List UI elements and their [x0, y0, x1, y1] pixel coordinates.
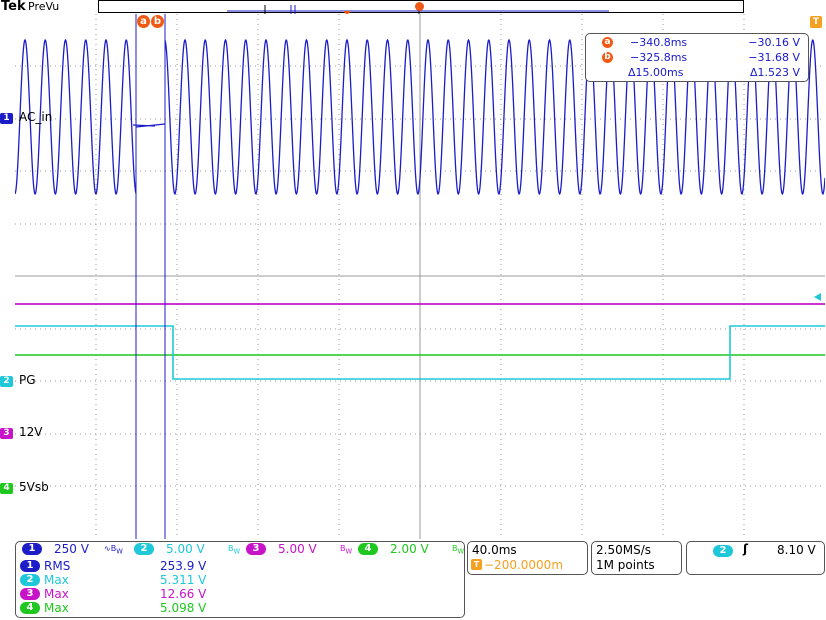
trigger-level: 8.10 V: [777, 543, 816, 557]
horizontal-position: −200.0000m: [484, 558, 564, 572]
horizontal-panel[interactable]: 40.0ms T −200.0000m: [467, 541, 588, 575]
meas-ch3-badge: 3: [20, 588, 40, 600]
meas-ch2-badge: 2: [20, 574, 40, 586]
measurement-row[interactable]: 4 Max 5.098 V: [20, 601, 460, 615]
cursor-a-marker[interactable]: a: [137, 15, 150, 28]
trigger-offset-icon: T: [471, 559, 482, 570]
trigger-level-arrow-icon: [814, 293, 821, 301]
trigger-position-marker[interactable]: [415, 2, 424, 11]
ch2-ground-marker[interactable]: 2: [0, 376, 13, 387]
ch3-bandwidth-icon: BW: [340, 544, 353, 556]
cursor-delta-row: Δ15.00ms Δ1.523 V: [586, 66, 808, 80]
top-status-bar: Tek PreVu: [0, 0, 826, 16]
cursor-b-time: −325.8ms: [630, 51, 688, 64]
measurement-row[interactable]: 3 Max 12.66 V: [20, 587, 460, 601]
acquisition-mode: PreVu: [28, 0, 60, 13]
time-per-div: 40.0ms: [472, 543, 517, 557]
ch1-ground-marker[interactable]: 1: [0, 113, 13, 124]
ch1-coupling-icon: ∿BW: [104, 544, 123, 556]
ch4-label: 5Vsb: [19, 480, 49, 494]
cursor-a-row: a −340.8ms −30.16 V: [586, 36, 808, 50]
meas-name: RMS: [44, 559, 71, 573]
cursor-delta-time: Δ15.00ms: [628, 66, 684, 79]
cursor-a-time: −340.8ms: [630, 36, 688, 49]
meas-value: 5.098 V: [160, 601, 207, 615]
cursor-delta-value: Δ1.523 V: [749, 66, 800, 79]
ch1-label: AC_in: [19, 110, 53, 124]
meas-name: Max: [44, 573, 69, 587]
ch1-dropout-segment: [132, 123, 166, 128]
ch2-label: PG: [19, 373, 36, 387]
meas-ch1-badge: 1: [20, 560, 40, 572]
measurement-row[interactable]: 1 RMS 253.9 V: [20, 559, 460, 573]
cursor-b-marker[interactable]: b: [151, 15, 164, 28]
waveform-display[interactable]: [15, 14, 825, 539]
cursor-b-value: −31.68 V: [748, 51, 800, 64]
trigger-panel[interactable]: 2 ʃ 8.10 V: [686, 541, 825, 575]
measurement-row[interactable]: 2 Max 5.311 V: [20, 573, 460, 587]
ch3-label: 12V: [19, 425, 43, 439]
brand-logo: Tek: [1, 0, 26, 14]
ch3-ground-marker[interactable]: 3: [0, 428, 13, 439]
cursor-a-value: −30.16 V: [748, 36, 800, 49]
cursor-a-icon: a: [602, 37, 613, 48]
ch2-scale[interactable]: 5.00 V: [166, 542, 205, 556]
trigger-source-badge: 2: [713, 545, 733, 557]
ch2-badge[interactable]: 2: [134, 543, 154, 555]
cursor-readout: a −340.8ms −30.16 V b −325.8ms −31.68 V …: [585, 33, 809, 82]
meas-name: Max: [44, 601, 69, 615]
meas-ch4-badge: 4: [20, 602, 40, 614]
trigger-level-marker[interactable]: T: [810, 16, 822, 28]
meas-value: 253.9 V: [160, 559, 207, 573]
ch4-scale[interactable]: 2.00 V: [390, 542, 429, 556]
ch3-badge[interactable]: 3: [246, 543, 266, 555]
rising-edge-icon: ʃ: [743, 542, 748, 556]
meas-value: 5.311 V: [160, 573, 207, 587]
ch4-bandwidth-icon: BW: [452, 544, 465, 556]
meas-name: Max: [44, 587, 69, 601]
cursor-b-icon: b: [602, 52, 613, 63]
acquisition-panel[interactable]: 2.50MS/s 1M points: [591, 541, 682, 575]
cursor-b-row: b −325.8ms −31.68 V: [586, 51, 808, 65]
graticule-and-waveforms: [15, 14, 825, 539]
ch2-bandwidth-icon: BW: [228, 544, 241, 556]
meas-value: 12.66 V: [160, 587, 207, 601]
ch4-ground-marker[interactable]: 4: [0, 483, 13, 494]
record-length: 1M points: [596, 558, 655, 572]
sample-rate: 2.50MS/s: [596, 543, 651, 557]
ch4-badge[interactable]: 4: [358, 543, 378, 555]
ch1-scale[interactable]: 250 V: [54, 542, 89, 556]
ch1-badge[interactable]: 1: [22, 543, 42, 555]
measurements-panel: 1 RMS 253.9 V 2 Max 5.311 V 3 Max 12.66 …: [15, 557, 465, 618]
ch3-scale[interactable]: 5.00 V: [278, 542, 317, 556]
